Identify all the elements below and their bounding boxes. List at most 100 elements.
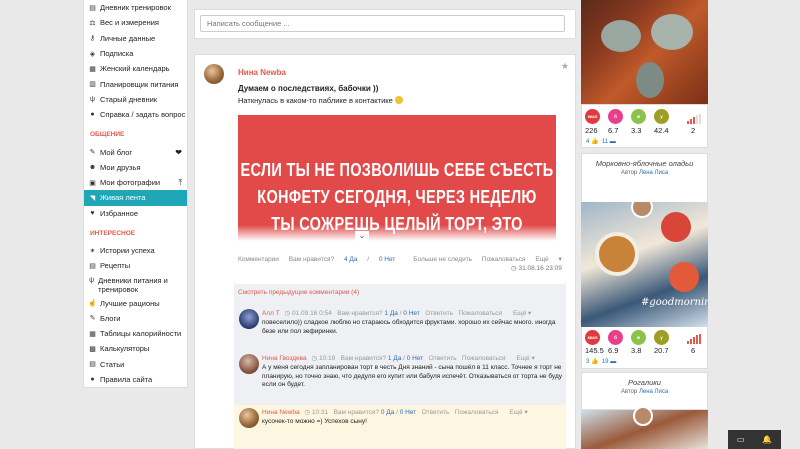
more-menu[interactable]: Ещё ▾ [535,256,569,263]
avatar[interactable] [204,64,224,84]
comments-link[interactable]: Комментарии [238,256,279,263]
nutrition-values: 226 6.7 3.3 42.4 2 [585,126,714,135]
reply-link[interactable]: Ответить [425,310,453,317]
comment-icon[interactable]: ▬ [610,359,616,365]
photo-caption: #goodmornin [641,297,708,308]
more-menu[interactable]: Ещё [509,409,522,416]
comment-item: Алл Т ◷ 01.09.16 0:54 Вам нравится? 1 Да… [234,306,566,346]
sidebar-item-weight[interactable]: ⚖ Вес и измерения [84,15,187,30]
sidebar-item-help[interactable]: ● Справка / задать вопрос [84,107,187,122]
complain-link[interactable]: Пожаловаться [482,256,526,263]
comment-author[interactable]: Алл Т [262,310,280,317]
comment-meta: ◷ 01.09.16 0:54 Вам нравится? 1 Да / 0 Н… [284,310,532,317]
recipe-photo[interactable]: #goodmornin [581,202,708,327]
sidebar-item-label: Мой блог [100,147,133,157]
chat-widget[interactable]: ▭ 🔔 [728,430,781,449]
sidebar-item-recipes[interactable]: ▤ Рецепты [84,258,187,273]
recipe-card[interactable]: Рогалики Автор Лена Лиса [581,372,708,410]
comment-header: Нина Newba ◷ 10:31 Вам нравится? 0 Да / … [262,408,528,416]
sidebar-item-calculators[interactable]: ▩ Калькуляторы [84,341,187,356]
feed-post: Нина Newba ★ Думаем о последствиях, бабо… [194,54,576,449]
sidebar-item-calendar[interactable]: ▦ Женский календарь [84,61,187,76]
heart-add-icon[interactable]: ❤ [175,148,182,157]
thumbs-up-icon: ☝ [88,300,97,308]
sidebar-item-success-stories[interactable]: ✶ Истории успеха [84,243,187,258]
sidebar-item-articles[interactable]: ▤ Статьи [84,357,187,372]
star-icon[interactable]: ★ [561,61,569,72]
complain-link[interactable]: Пожаловаться [462,355,506,362]
reply-link[interactable]: Ответить [429,355,457,362]
pencil-icon: ✎ [89,149,96,157]
unfollow-link[interactable]: Больше не следить [413,256,472,263]
like-no-button[interactable]: 0 Нет [407,355,424,362]
like-question: Вам нравится? 4 Да / 0 Нет [289,256,404,263]
thumbs-up-icon[interactable]: 👍 [591,359,598,365]
like-no-button[interactable]: 0 Нет [379,256,396,263]
sidebar-item-my-friends[interactable]: ☻ Мои друзья [84,160,187,175]
fork-knife-icon: ψ [90,95,95,103]
sidebar-item-my-photos[interactable]: ▣ Мои фотографии ⤒ [84,175,187,190]
sidebar-item-calorie-tables[interactable]: ▦ Таблицы калорийности [84,326,187,341]
complain-link[interactable]: Пожаловаться [455,409,499,416]
thumbs-up-icon[interactable]: 👍 [591,139,598,145]
post-author[interactable]: Нина Newba [238,68,286,77]
sidebar-item-label: Правила сайта [100,375,153,385]
comment-item: Нина Гвоздева ◷ 10:19 Вам нравится? 1 Да… [234,351,566,401]
recipe-card[interactable]: ккал б ж у 226 6.7 3.3 42.4 2 4 👍 11 ▬ [581,104,708,148]
reply-link[interactable]: Ответить [422,409,450,416]
sidebar-item-meal-planner[interactable]: ▥ Планировщик питания [84,76,187,91]
sidebar-item-food-diaries[interactable]: ψ Дневники питания и тренировок [84,273,187,295]
sidebar-item-personal-data[interactable]: ⚷ Личные данные [84,31,187,46]
sidebar-item-label: Мои фотографии [100,178,161,188]
avatar[interactable] [239,309,259,329]
complain-link[interactable]: Пожаловаться [458,310,502,317]
more-menu[interactable]: Ещё [516,355,529,362]
comment-icon[interactable]: ▬ [610,139,616,145]
like-no-button[interactable]: 0 Нет [403,310,420,317]
sidebar-item-subscription[interactable]: ◈ Подписка [84,46,187,61]
sidebar-item-label: Калькуляторы [100,344,150,354]
sidebar-item-live-feed[interactable]: ◥ Живая лента [84,190,187,206]
like-yes-button[interactable]: 0 Да [381,409,394,416]
like-no-button[interactable]: 0 Нет [400,409,417,416]
upload-icon[interactable]: ⤒ [178,178,182,188]
sidebar-item-blogs[interactable]: ✎ Блоги [84,311,187,326]
like-yes-button[interactable]: 1 Да [384,310,397,317]
post-image[interactable]: ЕСЛИ ТЫ НЕ ПОЗВОЛИШЬ СЕБЕ СЪЕСТЬ КОНФЕТУ… [238,115,556,241]
author-link[interactable]: Лена Лиса [639,170,668,176]
sidebar-item-rules[interactable]: ● Правила сайта [84,372,187,387]
like-yes-button[interactable]: 4 Да [344,256,357,263]
sidebar-item-old-diary[interactable]: ψ Старый дневник [84,92,187,107]
recipe-photo[interactable] [581,0,708,104]
avatar[interactable] [239,408,259,428]
sidebar-item-training-diary[interactable]: ▤ Дневник тренировок [84,0,187,15]
comment-author[interactable]: Нина Гвоздева [262,355,307,362]
author-link[interactable]: Лена Лиса [639,389,668,395]
food-shape [636,62,664,98]
message-input[interactable] [200,15,565,32]
chevron-down-icon[interactable]: ⌄ [355,231,369,243]
clock-icon: ◷ [304,409,311,416]
like-separator: / [367,256,370,263]
sidebar-item-best-diets[interactable]: ☝ Лучшие рационы [84,295,187,310]
recipe-title[interactable]: Морковно-яблочные оладьи [582,159,707,168]
comment-author[interactable]: Нина Newba [262,409,300,416]
recipe-photo[interactable] [581,406,708,449]
sidebar-item-favorites[interactable]: ♥ Избранное [84,206,187,221]
kcal-value: 145.5 [585,346,604,355]
rating-bars-icon [687,114,701,124]
author-avatar [631,202,653,218]
avatar[interactable] [239,354,259,374]
sidebar-item-my-blog[interactable]: ✎ Мой блог ❤ [84,144,187,159]
carbs-value: 42.4 [654,126,669,135]
calendar-icon: ▦ [89,65,96,73]
rss-icon: ◥ [89,194,96,202]
sidebar-item-label: Живая лента [100,193,146,203]
more-menu[interactable]: Ещё [513,310,526,317]
post-title: Думаем о последствиях, бабочки )) [238,84,379,93]
chat-icon[interactable]: ▭ [737,435,745,444]
like-yes-button[interactable]: 1 Да [388,355,401,362]
show-previous-comments[interactable]: Смотреть предыдущие комментарии (4) [238,289,359,296]
bell-icon[interactable]: 🔔 [762,435,772,444]
recipe-title[interactable]: Рогалики [582,378,707,387]
